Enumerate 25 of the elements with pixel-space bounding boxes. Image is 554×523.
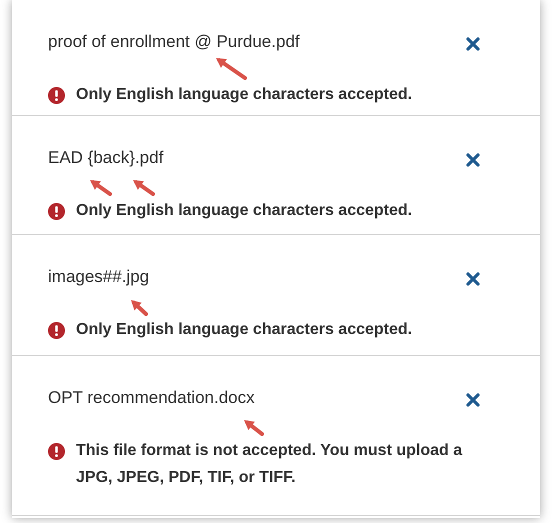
error-icon (48, 203, 65, 220)
file-name: proof of enrollment @ Purdue.pdf (48, 31, 300, 53)
close-icon (466, 153, 480, 167)
remove-button[interactable] (466, 153, 480, 167)
error-icon (48, 322, 65, 339)
annotation-arrow (90, 180, 112, 196)
close-icon (466, 393, 480, 407)
annotation-arrow (131, 300, 148, 316)
error-icon (48, 87, 65, 104)
remove-button[interactable] (466, 272, 480, 286)
remove-button[interactable] (466, 37, 480, 51)
file-name: images##.jpg (48, 266, 150, 288)
annotation-arrow (133, 180, 155, 196)
error-message: Only English language characters accepted. (76, 85, 412, 105)
error-message: Only English language characters accepted. (76, 320, 412, 340)
close-icon (466, 272, 480, 286)
file-name: OPT recommendation.docx (48, 387, 255, 409)
error-message: This file format is not accepted. You must upload a JPG, JPEG, PDF, TIF, or TIFF. (76, 441, 464, 488)
annotation-arrow (244, 420, 264, 436)
close-icon (466, 37, 480, 51)
annotation-arrow (216, 58, 247, 80)
file-name: EAD {back}.pdf (48, 147, 164, 169)
remove-button[interactable] (466, 393, 480, 407)
error-icon (48, 443, 65, 460)
error-message: Only English language characters accepted. (76, 201, 412, 221)
